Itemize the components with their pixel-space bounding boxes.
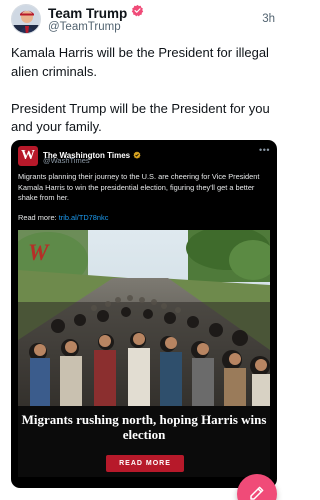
washington-times-watermark: W [28,240,49,265]
compose-icon [250,486,264,500]
read-more-line: Read more: trib.al/TD78nkc [18,213,108,222]
name-row: Team Trump [48,4,144,22]
article-headline[interactable]: Migrants rushing north, hoping Harris wi… [18,412,270,442]
post-text: Kamala Harris will be the President for … [11,44,277,137]
embedded-post-card[interactable]: W The Washington Times @WashTimes ••• Mi… [11,140,277,488]
article-headline-box: Migrants rushing north, hoping Harris wi… [18,406,270,477]
embedded-account-handle[interactable]: @WashTimes [43,156,90,165]
read-more-button[interactable]: READ MORE [106,455,184,472]
avatar[interactable] [11,4,41,34]
post-timestamp[interactable]: 3h [262,13,275,25]
verified-badge-icon [133,146,141,164]
post-text-paragraph: Kamala Harris will be the President for … [11,45,269,79]
post-header: Team Trump @TeamTrump 3h [11,4,277,40]
post-text-paragraph: President Trump will be the President fo… [11,100,270,135]
read-more-label: Read more: [18,213,57,222]
article-card[interactable]: W Migrants rushing north, hoping Harris … [18,230,270,477]
washington-times-logo-icon[interactable]: W [18,146,38,166]
embedded-post-text: Migrants planning their journey to the U… [18,172,260,202]
verified-badge-icon [131,4,144,22]
more-dots-icon[interactable]: ••• [259,146,270,155]
display-name[interactable]: Team Trump [48,6,127,21]
user-handle[interactable]: @TeamTrump [48,21,121,33]
article-link[interactable]: trib.al/TD78nkc [59,213,109,222]
embedded-post-header: W The Washington Times @WashTimes ••• [18,146,270,170]
article-photo[interactable]: W [18,230,270,406]
